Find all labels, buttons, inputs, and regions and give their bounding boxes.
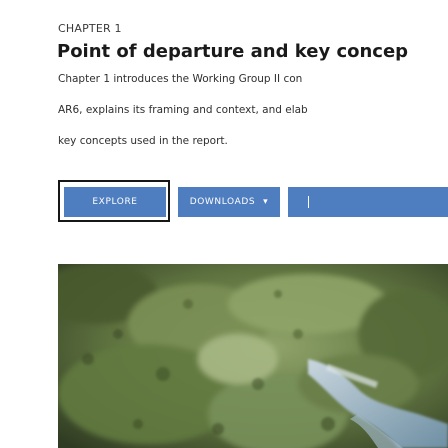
- chapter-page: CHAPTER 1 Point of departure and key con…: [0, 0, 448, 448]
- hero-image: [58, 264, 448, 448]
- downloads-dropdown-button[interactable]: DOWNLOADS ▾: [178, 187, 280, 217]
- explore-button-label: EXPLORE: [92, 197, 138, 207]
- button-divider: [308, 196, 309, 208]
- chapter-description-line: Chapter 1 introduces the Working Group I…: [58, 73, 303, 85]
- chapter-eyebrow: CHAPTER 1: [58, 22, 122, 35]
- chapter-title: Point of departure and key concep: [57, 41, 409, 62]
- partial-action-button[interactable]: [288, 187, 448, 217]
- downloads-button-label: DOWNLOADS: [189, 197, 256, 207]
- chevron-down-icon: ▾: [263, 197, 269, 207]
- explore-button[interactable]: EXPLORE: [64, 187, 166, 217]
- chapter-description-line: key concepts used in the report.: [58, 135, 228, 147]
- aerial-landscape-photo: [58, 264, 448, 448]
- chapter-description-line: AR6, explains its framing and context, a…: [58, 104, 308, 116]
